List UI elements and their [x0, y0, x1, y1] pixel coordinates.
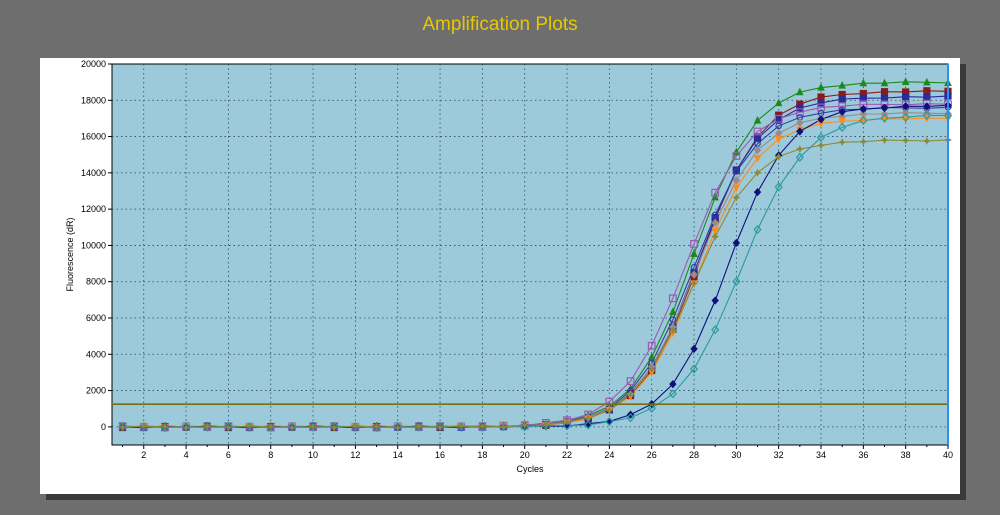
data-point — [817, 99, 825, 107]
data-point — [838, 95, 846, 103]
y-tick-label: 16000 — [81, 132, 106, 142]
y-tick-label: 12000 — [81, 204, 106, 214]
y-tick-label: 2000 — [86, 386, 106, 396]
chart-panel: 2 4 6 8 10 12 14 16 18 20 22 24 26 28 30 32 34 36 38 40 0 200… — [40, 58, 960, 494]
y-tick-label: 6000 — [86, 313, 106, 323]
x-axis-label: Cycles — [516, 464, 544, 474]
y-tick-label: 8000 — [86, 277, 106, 287]
x-tick-label: 40 — [943, 450, 953, 460]
x-tick-label: 4 — [184, 450, 189, 460]
y-tick-label: 20000 — [81, 59, 106, 69]
x-tick-label: 32 — [774, 450, 784, 460]
x-tick-label: 36 — [858, 450, 868, 460]
x-tick-label: 18 — [477, 450, 487, 460]
data-point — [923, 93, 931, 101]
x-tick-label: 26 — [647, 450, 657, 460]
data-point — [923, 87, 931, 95]
y-tick-label: 10000 — [81, 240, 106, 250]
x-tick-label: 34 — [816, 450, 826, 460]
x-tick-label: 6 — [226, 450, 231, 460]
y-tick-label: 14000 — [81, 168, 106, 178]
y-tick-label: 4000 — [86, 349, 106, 359]
x-tick-label: 22 — [562, 450, 572, 460]
data-point — [880, 94, 889, 102]
data-point — [902, 93, 910, 101]
x-tick-label: 30 — [731, 450, 741, 460]
x-tick-label: 28 — [689, 450, 699, 460]
chart-title: Amplification Plots — [422, 14, 578, 35]
x-tick-label: 24 — [604, 450, 614, 460]
data-point — [880, 88, 889, 96]
y-tick-label: 18000 — [81, 95, 106, 105]
x-tick-label: 2 — [141, 450, 146, 460]
x-tick-label: 14 — [393, 450, 403, 460]
y-axis-label: Fluorescence (dR) — [65, 217, 75, 291]
data-point — [796, 104, 804, 112]
x-tick-label: 10 — [308, 450, 318, 460]
amplification-plot[interactable]: 2 4 6 8 10 12 14 16 18 20 22 24 26 28 30 32 34 36 38 400200… — [40, 58, 960, 494]
y-tick-label: 0 — [101, 422, 106, 432]
x-tick-label: 12 — [350, 450, 360, 460]
x-tick-label: 16 — [435, 450, 445, 460]
x-tick-label: 20 — [520, 450, 530, 460]
x-tick-label: 38 — [901, 450, 911, 460]
x-tick-label: 8 — [268, 450, 273, 460]
